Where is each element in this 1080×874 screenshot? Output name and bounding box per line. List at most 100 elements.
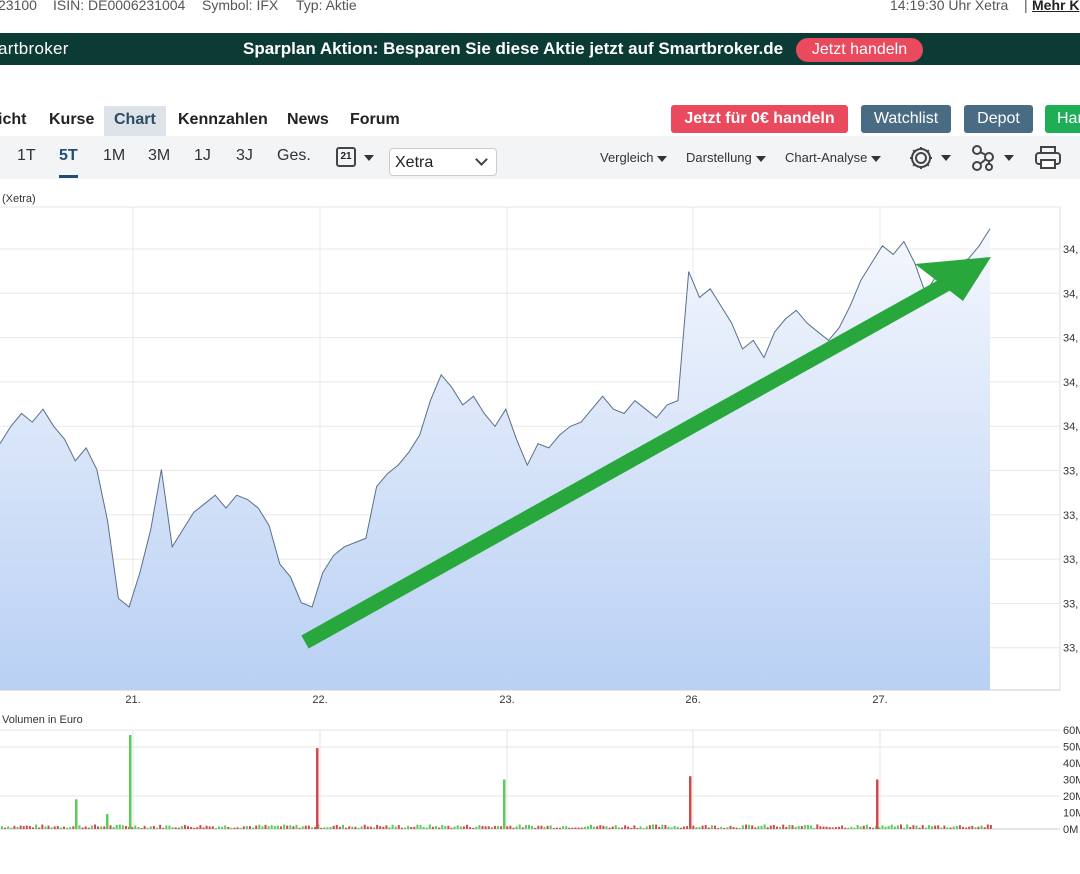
volume-bar: [884, 826, 887, 829]
volume-bar: [766, 827, 769, 829]
period-ges[interactable]: Ges.: [277, 147, 311, 165]
volume-bar: [72, 826, 75, 829]
volume-bar: [335, 825, 338, 829]
banner-trade-button[interactable]: Jetzt handeln: [796, 38, 923, 62]
isin-text: ISIN: DE0006231004: [53, 0, 186, 13]
exchange-select[interactable]: Xetra: [389, 148, 497, 176]
volume-bar: [332, 825, 335, 829]
x-tick-label: 23.: [499, 694, 514, 706]
volume-bar: [388, 827, 391, 829]
volume-bar: [661, 824, 664, 829]
volume-bar: [360, 826, 363, 829]
volume-bar: [38, 827, 41, 829]
volume-bar: [955, 826, 958, 829]
volume-bar: [785, 826, 788, 829]
volume-bar: [81, 827, 84, 829]
volume-bar: [896, 825, 899, 829]
volume-bar: [152, 825, 155, 829]
volume-bar: [745, 824, 747, 829]
tab-overview[interactable]: icht: [0, 106, 26, 136]
volume-bar: [466, 824, 468, 829]
volume-bar: [125, 826, 127, 829]
volume-bar: [190, 827, 193, 829]
volume-bar: [841, 825, 844, 829]
period-5t[interactable]: 5T: [59, 147, 78, 178]
volume-bar: [180, 826, 183, 829]
volume-bar: [645, 826, 648, 829]
volume-bar: [202, 827, 205, 829]
volume-bar: [791, 825, 794, 829]
volume-bar: [763, 824, 766, 829]
volume-bar: [44, 826, 47, 829]
calendar-icon[interactable]: 21: [336, 147, 356, 167]
gear-icon[interactable]: [907, 145, 955, 171]
volume-bar: [828, 827, 831, 829]
promo-text[interactable]: Sparplan Aktion: Besparen Sie diese Akti…: [243, 39, 783, 59]
separator: |: [1024, 0, 1028, 13]
volume-bar: [593, 826, 596, 829]
more-link[interactable]: Mehr K: [1032, 0, 1079, 13]
smartbroker-logo[interactable]: artbroker: [0, 39, 69, 59]
period-1t[interactable]: 1T: [17, 147, 36, 165]
tab-news[interactable]: News: [287, 106, 329, 136]
volume-bar: [270, 825, 273, 829]
analysis-dropdown[interactable]: Chart-Analyse: [785, 150, 882, 165]
volume-bar: [311, 827, 313, 829]
calendar-caret-icon[interactable]: [364, 155, 374, 161]
volume-bar: [41, 824, 44, 829]
volume-bar: [717, 827, 720, 829]
volume-bar: [931, 826, 933, 829]
volume-bar: [450, 827, 453, 829]
volume-bar: [320, 827, 323, 829]
display-dropdown[interactable]: Darstellung: [686, 150, 766, 165]
volume-bar: [577, 827, 580, 829]
volume-bar: [394, 826, 397, 829]
trade-free-button[interactable]: Jetzt für 0€ handeln: [671, 105, 848, 133]
volume-bar: [974, 827, 977, 829]
caret-down-icon: [755, 155, 766, 162]
tab-forum[interactable]: Forum: [350, 106, 400, 136]
volume-bar: [314, 826, 317, 829]
handel-button[interactable]: Han: [1045, 105, 1080, 133]
volume-bar: [382, 826, 385, 829]
volume-bar: [751, 825, 754, 829]
volume-bar: [707, 827, 710, 829]
volume-bar: [692, 825, 695, 829]
y-tick-label: 34,: [1063, 421, 1078, 433]
volume-bar: [425, 827, 428, 829]
period-1j[interactable]: 1J: [194, 147, 211, 165]
compare-dropdown[interactable]: Vergleich: [600, 150, 668, 165]
volume-bar: [741, 825, 744, 829]
volume-bar: [583, 826, 586, 829]
tab-kurse[interactable]: Kurse: [49, 106, 94, 136]
volume-bar: [140, 828, 143, 829]
period-3m[interactable]: 3M: [148, 147, 170, 165]
tab-kennzahlen[interactable]: Kennzahlen: [178, 106, 268, 136]
printer-icon[interactable]: [1034, 145, 1062, 171]
volume-bar: [521, 827, 524, 829]
volume-bar: [441, 825, 444, 829]
watchlist-button[interactable]: Watchlist: [861, 105, 951, 133]
security-info-bar: 23100 ISIN: DE0006231004 Symbol: IFX Typ…: [0, 0, 1080, 20]
volume-bar: [912, 825, 915, 829]
depot-button[interactable]: Depot: [964, 105, 1033, 133]
volume-bar: [304, 825, 307, 829]
volume-bar: [667, 826, 670, 829]
volume-bar: [869, 827, 871, 829]
volume-bar: [373, 827, 375, 829]
volume-bar: [10, 827, 13, 829]
volume-bar: [78, 825, 81, 829]
volume-bar: [512, 827, 515, 829]
price-chart[interactable]: (Xetra) 21. 22. 23. 26. 27. 34,34,34,34,34,3…: [0, 185, 1080, 845]
volume-bar: [283, 824, 286, 829]
volume-bar: [75, 799, 78, 829]
volume-bar: [354, 826, 357, 829]
volume-tick-label: 50M: [1063, 742, 1080, 754]
period-3j[interactable]: 3J: [236, 147, 253, 165]
network-icon[interactable]: [970, 144, 1018, 172]
tab-chart[interactable]: Chart: [104, 106, 166, 136]
volume-bar: [946, 827, 949, 829]
volume-bar: [580, 827, 583, 829]
volume-bar: [838, 826, 840, 829]
period-1m[interactable]: 1M: [103, 147, 125, 165]
